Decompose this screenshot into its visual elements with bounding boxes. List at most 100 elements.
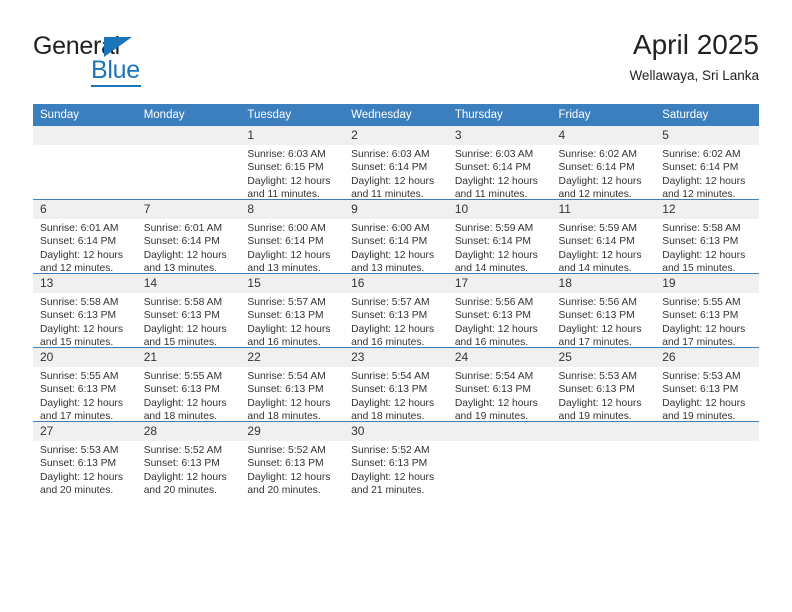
calendar-day-cell[interactable]: 13 Sunrise: 5:58 AM Sunset: 6:13 PM Dayligh… (33, 273, 137, 348)
calendar-day-cell[interactable]: 8 Sunrise: 6:00 AM Sunset: 6:14 PM Daylight… (240, 199, 345, 274)
day-detail-line: Daylight: 12 hours (247, 323, 331, 335)
weekday-header: Sunday Monday Tuesday Wednesday Thursday Frid… (33, 104, 759, 126)
day-cell-inner: 22 Sunrise: 5:54 AM Sunset: 6:13 PM Dayligh… (240, 348, 345, 422)
calendar-day-cell[interactable]: 7 Sunrise: 6:01 AM Sunset: 6:14 PM Daylight… (136, 199, 241, 274)
day-detail-line: Daylight: 12 hours (662, 175, 746, 187)
day-number: 22 (240, 348, 345, 367)
day-detail-line: Sunset: 6:14 PM (454, 162, 531, 174)
calendar-day-cell[interactable]: 14 Sunrise: 5:58 AM Sunset: 6:13 PM Dayligh… (136, 273, 241, 348)
weekday-header-friday: Friday (551, 104, 656, 126)
calendar-day-cell[interactable]: 15 Sunrise: 5:57 AM Sunset: 6:13 PM Dayligh… (240, 273, 345, 348)
calendar-day-cell[interactable]: 25 Sunrise: 5:53 AM Sunset: 6:13 PM Dayligh… (551, 347, 656, 422)
day-sun-details: Sunrise: 5:52 AM Sunset: 6:13 PM Daylight:… (344, 441, 448, 498)
day-detail-line: Sunrise: 6:03 AM (247, 149, 326, 160)
day-detail-line: Daylight: 12 hours (143, 249, 227, 261)
day-number (447, 422, 552, 441)
day-sun-details: Sunrise: 5:56 AM Sunset: 6:13 PM Daylight:… (552, 293, 656, 350)
day-cell-inner: 15 Sunrise: 5:57 AM Sunset: 6:13 PM Dayligh… (240, 274, 345, 348)
calendar-day-cell[interactable]: 26 Sunrise: 5:53 AM Sunset: 6:13 PM Dayligh… (655, 347, 759, 424)
day-detail-line: Daylight: 12 hours (662, 397, 746, 409)
day-number: 6 (33, 200, 137, 219)
calendar-day-cell[interactable]: 5 Sunrise: 6:02 AM Sunset: 6:14 PM Daylight… (655, 126, 759, 200)
day-detail-line: and 20 minutes. (40, 485, 114, 497)
day-sun-details (448, 441, 552, 444)
day-sun-details: Sunrise: 5:53 AM Sunset: 6:13 PM Daylight:… (655, 367, 759, 424)
calendar-day-cell[interactable]: 27 Sunrise: 5:53 AM Sunset: 6:13 PM Dayligh… (33, 421, 137, 497)
day-sun-details: Sunrise: 6:01 AM Sunset: 6:14 PM Daylight:… (33, 219, 137, 276)
calendar-day-cell[interactable]: 17 Sunrise: 5:56 AM Sunset: 6:13 PM Dayligh… (447, 273, 552, 348)
calendar-day-cell[interactable]: 21 Sunrise: 5:55 AM Sunset: 6:13 PM Dayligh… (136, 347, 241, 422)
day-sun-details: Sunrise: 6:03 AM Sunset: 6:14 PM Daylight:… (344, 145, 448, 202)
day-detail-line: Daylight: 12 hours (143, 471, 227, 483)
day-number: 20 (33, 348, 137, 367)
day-number: 18 (551, 274, 656, 293)
day-cell-inner: 7 Sunrise: 6:01 AM Sunset: 6:14 PM Daylight… (136, 200, 241, 274)
day-number: 3 (447, 126, 552, 145)
logo-text-blue: Blue (91, 56, 140, 84)
day-cell-inner: 26 Sunrise: 5:53 AM Sunset: 6:13 PM Dayligh… (655, 348, 759, 424)
calendar-day-cell[interactable]: 24 Sunrise: 5:54 AM Sunset: 6:13 PM Dayligh… (447, 347, 552, 422)
day-detail-line: Sunrise: 5:54 AM (351, 371, 430, 382)
calendar-day-cell[interactable]: 22 Sunrise: 5:54 AM Sunset: 6:13 PM Dayligh… (240, 347, 345, 422)
day-detail-line: Sunset: 6:13 PM (247, 384, 324, 396)
day-number: 14 (136, 274, 241, 293)
calendar-day-cell[interactable]: 9 Sunrise: 6:00 AM Sunset: 6:14 PM Daylight… (344, 199, 448, 274)
day-detail-line: Sunset: 6:13 PM (454, 384, 531, 396)
day-number: 12 (655, 200, 759, 219)
calendar-day-cell[interactable]: 30 Sunrise: 5:52 AM Sunset: 6:13 PM Dayligh… (344, 421, 448, 498)
calendar-day-cell[interactable]: 23 Sunrise: 5:54 AM Sunset: 6:13 PM Dayligh… (344, 347, 448, 422)
day-detail-line: Daylight: 12 hours (143, 323, 227, 335)
weekday-header-thursday: Thursday (447, 104, 552, 126)
day-detail-line: Sunrise: 6:01 AM (143, 223, 223, 234)
calendar-page: General Blue April 2025 Wellawaya, Sri L… (0, 0, 792, 612)
calendar-day-cell[interactable]: 29 Sunrise: 5:52 AM Sunset: 6:13 PM Dayligh… (240, 421, 345, 496)
day-sun-details: Sunrise: 6:02 AM Sunset: 6:14 PM Daylight:… (655, 145, 759, 202)
calendar-day-cell[interactable]: 18 Sunrise: 5:56 AM Sunset: 6:13 PM Dayligh… (551, 273, 656, 350)
calendar-day-cell[interactable]: 1 Sunrise: 6:03 AM Sunset: 6:15 PM Daylight… (240, 126, 345, 200)
day-number: 25 (551, 348, 656, 367)
day-number: 10 (447, 200, 552, 219)
day-cell-inner: 30 Sunrise: 5:52 AM Sunset: 6:13 PM Dayligh… (344, 422, 448, 498)
day-detail-line: Sunset: 6:13 PM (40, 310, 117, 322)
day-detail-line: Sunrise: 5:58 AM (662, 223, 741, 234)
day-detail-line: Sunset: 6:13 PM (558, 384, 635, 396)
calendar-day-cell[interactable]: 19 Sunrise: 5:55 AM Sunset: 6:13 PM Dayligh… (655, 273, 759, 348)
calendar-day-cell[interactable]: 11 Sunrise: 5:59 AM Sunset: 6:14 PM Dayligh… (551, 199, 656, 274)
day-detail-line: Daylight: 12 hours (247, 249, 331, 261)
calendar-day-cell[interactable]: 6 Sunrise: 6:01 AM Sunset: 6:14 PM Daylight… (33, 199, 137, 276)
day-detail-line: Sunrise: 5:59 AM (558, 223, 637, 234)
logo-triangle-icon (104, 37, 132, 57)
day-sun-details: Sunrise: 5:58 AM Sunset: 6:13 PM Daylight:… (655, 219, 759, 276)
day-detail-line: Daylight: 12 hours (558, 323, 642, 335)
day-number: 26 (655, 348, 759, 367)
day-detail-line: Sunrise: 6:02 AM (662, 149, 741, 160)
calendar-week-row: 6 Sunrise: 6:01 AM Sunset: 6:14 PM Daylight… (33, 199, 759, 276)
day-detail-line: Sunset: 6:13 PM (662, 236, 739, 248)
day-cell-inner: 23 Sunrise: 5:54 AM Sunset: 6:13 PM Dayligh… (344, 348, 448, 422)
day-detail-line: Sunset: 6:15 PM (247, 162, 324, 174)
calendar-day-cell[interactable]: 16 Sunrise: 5:57 AM Sunset: 6:13 PM Dayligh… (344, 273, 448, 348)
calendar-day-cell[interactable]: 28 Sunrise: 5:52 AM Sunset: 6:13 PM Dayligh… (136, 421, 241, 496)
calendar-day-cell[interactable]: 12 Sunrise: 5:58 AM Sunset: 6:13 PM Dayligh… (655, 199, 759, 276)
day-number: 30 (344, 422, 448, 441)
day-detail-line: Sunset: 6:13 PM (351, 458, 428, 470)
day-detail-line: Sunrise: 5:58 AM (143, 297, 223, 308)
day-number: 15 (240, 274, 345, 293)
day-detail-line: Sunrise: 6:03 AM (454, 149, 534, 160)
day-detail-line: Sunrise: 5:52 AM (351, 445, 430, 456)
day-detail-line: Sunset: 6:14 PM (558, 236, 635, 248)
calendar-day-cell[interactable]: 10 Sunrise: 5:59 AM Sunset: 6:14 PM Dayligh… (447, 199, 552, 276)
calendar-day-cell[interactable]: 2 Sunrise: 6:03 AM Sunset: 6:14 PM Daylight… (344, 126, 448, 200)
day-detail-line: Daylight: 12 hours (454, 397, 538, 409)
calendar-day-cell[interactable]: 20 Sunrise: 5:55 AM Sunset: 6:13 PM Dayligh… (33, 347, 137, 422)
day-detail-line: Sunrise: 5:52 AM (143, 445, 223, 456)
day-detail-line: Sunset: 6:14 PM (454, 236, 531, 248)
day-number: 24 (447, 348, 552, 367)
day-sun-details: Sunrise: 5:59 AM Sunset: 6:14 PM Daylight:… (448, 219, 552, 276)
calendar-day-cell[interactable]: 4 Sunrise: 6:02 AM Sunset: 6:14 PM Daylight… (551, 126, 656, 200)
calendar-day-cell[interactable]: 3 Sunrise: 6:03 AM Sunset: 6:14 PM Daylight… (447, 126, 552, 200)
day-sun-details (137, 145, 241, 148)
day-detail-line: Sunset: 6:13 PM (143, 310, 220, 322)
day-detail-line: Sunrise: 6:02 AM (558, 149, 637, 160)
calendar-header-row: Sunday Monday Tuesday Wednesday Thursday Frid… (33, 104, 759, 126)
